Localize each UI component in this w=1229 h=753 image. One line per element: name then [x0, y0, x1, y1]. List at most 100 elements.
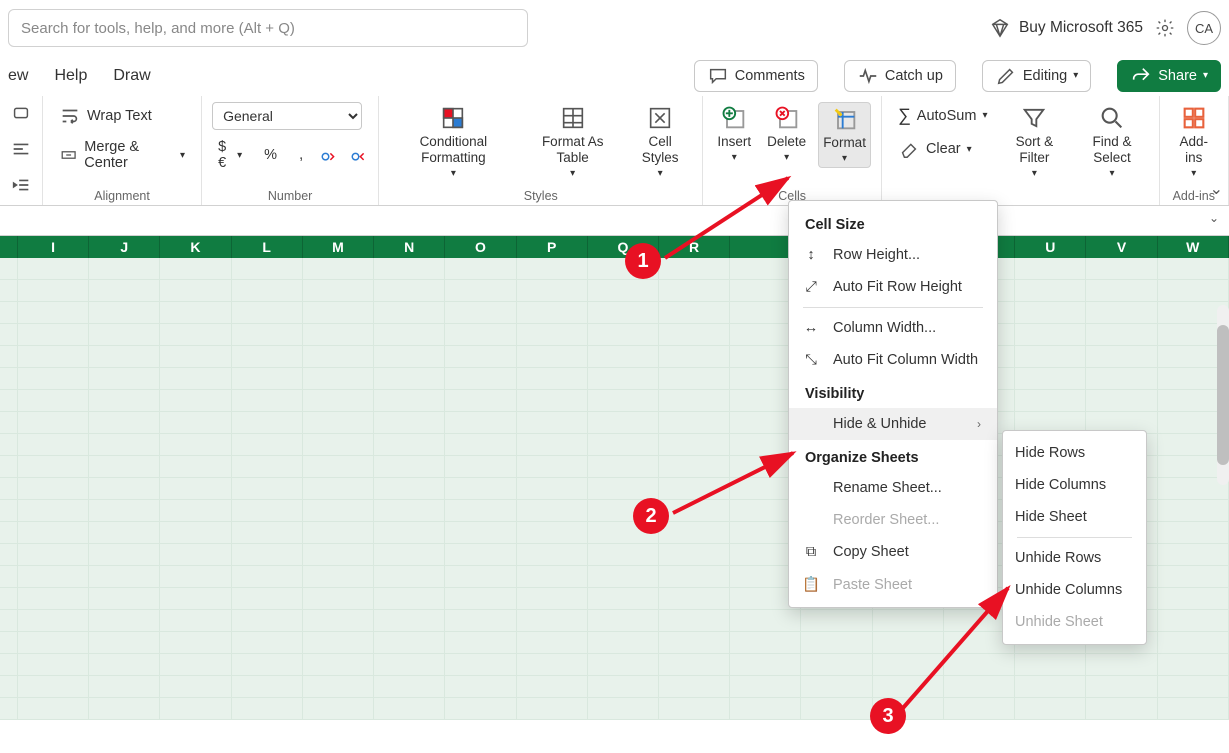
- cell[interactable]: [1086, 324, 1157, 346]
- column-header[interactable]: O: [445, 236, 516, 258]
- cell[interactable]: [18, 588, 89, 610]
- cell[interactable]: [659, 566, 730, 588]
- cell[interactable]: [89, 368, 160, 390]
- cell[interactable]: [89, 258, 160, 280]
- cell[interactable]: [374, 610, 445, 632]
- avatar[interactable]: CA: [1187, 11, 1221, 45]
- scroll-thumb[interactable]: [1217, 325, 1229, 465]
- cell[interactable]: [1158, 654, 1229, 676]
- cell[interactable]: [89, 654, 160, 676]
- cell[interactable]: [374, 698, 445, 720]
- cell[interactable]: [232, 324, 303, 346]
- cell[interactable]: [18, 478, 89, 500]
- cell[interactable]: [517, 632, 588, 654]
- cell[interactable]: [303, 654, 374, 676]
- cell[interactable]: [517, 346, 588, 368]
- cell[interactable]: [1086, 346, 1157, 368]
- cell[interactable]: [1158, 610, 1229, 632]
- cell[interactable]: [160, 390, 231, 412]
- cell[interactable]: [303, 478, 374, 500]
- vertical-scrollbar[interactable]: [1217, 305, 1229, 485]
- format-as-table-button[interactable]: Format As Table▾: [526, 102, 620, 182]
- share-button[interactable]: Share ▾: [1117, 60, 1221, 92]
- decrease-decimal-icon[interactable]: [319, 144, 339, 166]
- cell[interactable]: [730, 632, 801, 654]
- cell[interactable]: [1158, 522, 1229, 544]
- cell[interactable]: [374, 390, 445, 412]
- buy-microsoft-365-link[interactable]: Buy Microsoft 365: [989, 17, 1143, 39]
- cell[interactable]: [160, 632, 231, 654]
- cell[interactable]: [303, 544, 374, 566]
- cell[interactable]: [303, 522, 374, 544]
- cell[interactable]: [588, 412, 659, 434]
- cell[interactable]: [659, 522, 730, 544]
- cell[interactable]: [659, 412, 730, 434]
- cell[interactable]: [89, 500, 160, 522]
- cell[interactable]: [517, 478, 588, 500]
- formula-bar[interactable]: ⌄: [0, 206, 1229, 236]
- align-icon[interactable]: [10, 138, 32, 160]
- cell[interactable]: [659, 654, 730, 676]
- cell[interactable]: [232, 522, 303, 544]
- cell[interactable]: [89, 478, 160, 500]
- cell[interactable]: [89, 324, 160, 346]
- cell[interactable]: [588, 280, 659, 302]
- cell[interactable]: [1158, 258, 1229, 280]
- clear-button[interactable]: Clear▾: [892, 135, 994, 163]
- submenu-hide-columns[interactable]: Hide Columns: [1003, 469, 1146, 501]
- cell[interactable]: [18, 390, 89, 412]
- cell[interactable]: [89, 434, 160, 456]
- cell[interactable]: [659, 544, 730, 566]
- cell[interactable]: [445, 456, 516, 478]
- cell[interactable]: [374, 368, 445, 390]
- cell[interactable]: [659, 324, 730, 346]
- cell[interactable]: [374, 654, 445, 676]
- cell[interactable]: [1015, 390, 1086, 412]
- cell[interactable]: [18, 522, 89, 544]
- column-header[interactable]: M: [303, 236, 374, 258]
- cell[interactable]: [160, 368, 231, 390]
- cell[interactable]: [659, 588, 730, 610]
- cell[interactable]: [659, 280, 730, 302]
- cell[interactable]: [232, 456, 303, 478]
- cell[interactable]: [303, 390, 374, 412]
- cell[interactable]: [1086, 654, 1157, 676]
- cell[interactable]: [730, 654, 801, 676]
- cell[interactable]: [232, 698, 303, 720]
- currency-button[interactable]: $€ ▾: [212, 136, 248, 174]
- cell[interactable]: [588, 434, 659, 456]
- cell[interactable]: [374, 324, 445, 346]
- cell[interactable]: [588, 676, 659, 698]
- cell[interactable]: [1158, 500, 1229, 522]
- column-header[interactable]: N: [374, 236, 445, 258]
- cell[interactable]: [517, 412, 588, 434]
- increase-decimal-icon[interactable]: [349, 144, 369, 166]
- cell[interactable]: [303, 610, 374, 632]
- cell[interactable]: [232, 434, 303, 456]
- cell[interactable]: [18, 632, 89, 654]
- column-header[interactable]: K: [160, 236, 231, 258]
- cell[interactable]: [160, 258, 231, 280]
- cell[interactable]: [160, 302, 231, 324]
- cell[interactable]: [1158, 676, 1229, 698]
- cell[interactable]: [517, 588, 588, 610]
- cell[interactable]: [1086, 676, 1157, 698]
- cell[interactable]: [160, 522, 231, 544]
- cell[interactable]: [303, 280, 374, 302]
- column-header[interactable]: I: [18, 236, 89, 258]
- cell[interactable]: [18, 302, 89, 324]
- cell[interactable]: [232, 654, 303, 676]
- cell[interactable]: [303, 500, 374, 522]
- cell[interactable]: [89, 698, 160, 720]
- cell[interactable]: [517, 456, 588, 478]
- cell[interactable]: [445, 632, 516, 654]
- cell[interactable]: [374, 302, 445, 324]
- chevron-down-icon[interactable]: ⌄: [1209, 211, 1219, 225]
- cell[interactable]: [232, 588, 303, 610]
- cell[interactable]: [659, 610, 730, 632]
- cell[interactable]: [374, 676, 445, 698]
- cell[interactable]: [588, 390, 659, 412]
- cell[interactable]: [801, 610, 872, 632]
- cell[interactable]: [374, 500, 445, 522]
- cell[interactable]: [374, 346, 445, 368]
